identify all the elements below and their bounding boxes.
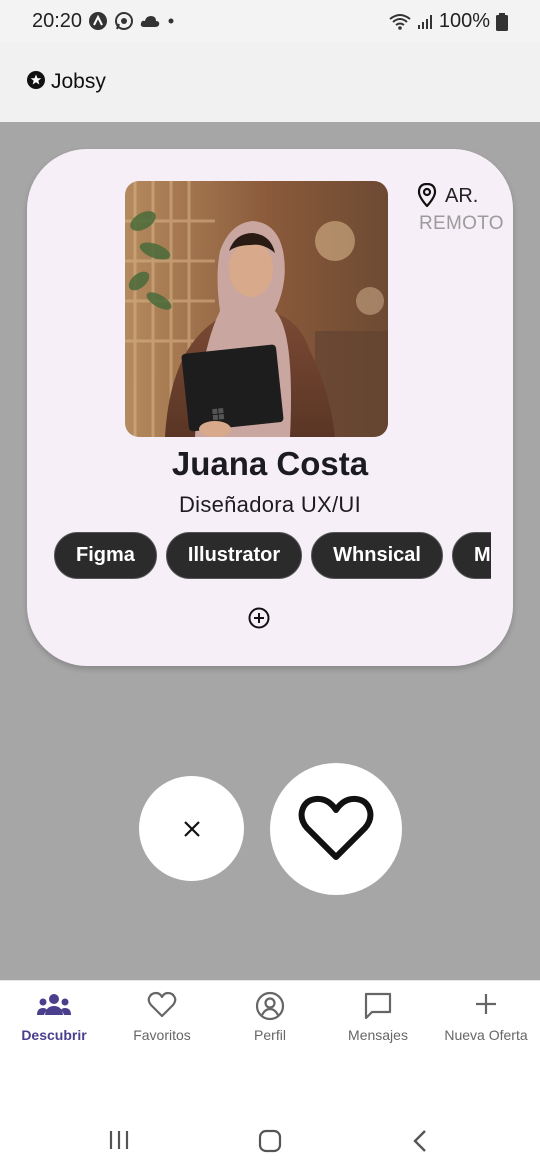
status-bar: 20:20 100% <box>0 0 540 42</box>
profile-photo <box>125 181 388 437</box>
profile-card[interactable]: AR. REMOTO Juana Costa Diseñadora UX/UI … <box>27 149 513 666</box>
people-icon <box>37 994 71 1015</box>
dot-icon <box>168 18 174 24</box>
status-time: 20:20 <box>32 10 83 32</box>
heart-outline-icon <box>147 991 177 1018</box>
nav-item-favoritos[interactable]: Favoritos <box>108 981 216 1061</box>
like-button[interactable] <box>270 763 402 895</box>
skill-chip: Figma <box>54 532 157 579</box>
chat-icon <box>364 992 392 1020</box>
whatsapp-icon <box>115 12 133 30</box>
nav-label: Nueva Oferta <box>444 1027 528 1043</box>
skill-chip: Mi <box>451 532 491 579</box>
back-icon[interactable] <box>411 1129 429 1153</box>
skills-list[interactable]: Figma Illustrator Whnsical Mi <box>54 532 491 582</box>
discover-screen: AR. REMOTO Juana Costa Diseñadora UX/UI … <box>0 122 540 980</box>
app-title: Jobsy <box>51 70 106 93</box>
plus-icon <box>476 994 496 1014</box>
app-notification-icon <box>89 12 107 30</box>
nav-item-descubrir[interactable]: Descubrir <box>0 981 108 1061</box>
add-circle-icon[interactable] <box>247 606 271 630</box>
system-status-icons: 100% <box>389 10 508 33</box>
account-circle-icon <box>255 991 285 1021</box>
profile-photo-image <box>125 181 388 437</box>
app-bar: Jobsy <box>0 42 540 122</box>
reject-button[interactable] <box>139 776 244 881</box>
battery-percent: 100% <box>438 10 490 32</box>
signal-icon <box>417 14 432 29</box>
nav-item-mensajes[interactable]: Mensajes <box>324 981 432 1061</box>
notification-icons <box>88 11 176 31</box>
recent-apps-icon[interactable] <box>108 1129 130 1151</box>
cloud-icon <box>140 16 160 27</box>
location-country: AR. <box>445 185 479 207</box>
battery-icon <box>496 12 508 31</box>
location-pin-icon <box>417 183 437 207</box>
wifi-icon <box>389 13 411 30</box>
skill-chip: Whnsical <box>311 532 443 579</box>
heart-icon <box>298 795 374 860</box>
star-circle-icon <box>27 71 45 89</box>
candidate-role: Diseñadora UX/UI <box>178 492 362 517</box>
skill-chip: Illustrator <box>165 532 303 579</box>
home-icon[interactable] <box>258 1129 282 1153</box>
candidate-name: Juana Costa <box>171 445 369 482</box>
nav-item-nueva-oferta[interactable]: Nueva Oferta <box>432 981 540 1061</box>
nav-item-perfil[interactable]: Perfil <box>216 981 324 1061</box>
system-navigation-bar <box>0 1084 540 1170</box>
work-mode: REMOTO <box>419 213 504 234</box>
bottom-navigation: Descubrir Favoritos Perfil Mensajes Nuev… <box>0 980 540 1084</box>
close-icon <box>183 820 200 837</box>
